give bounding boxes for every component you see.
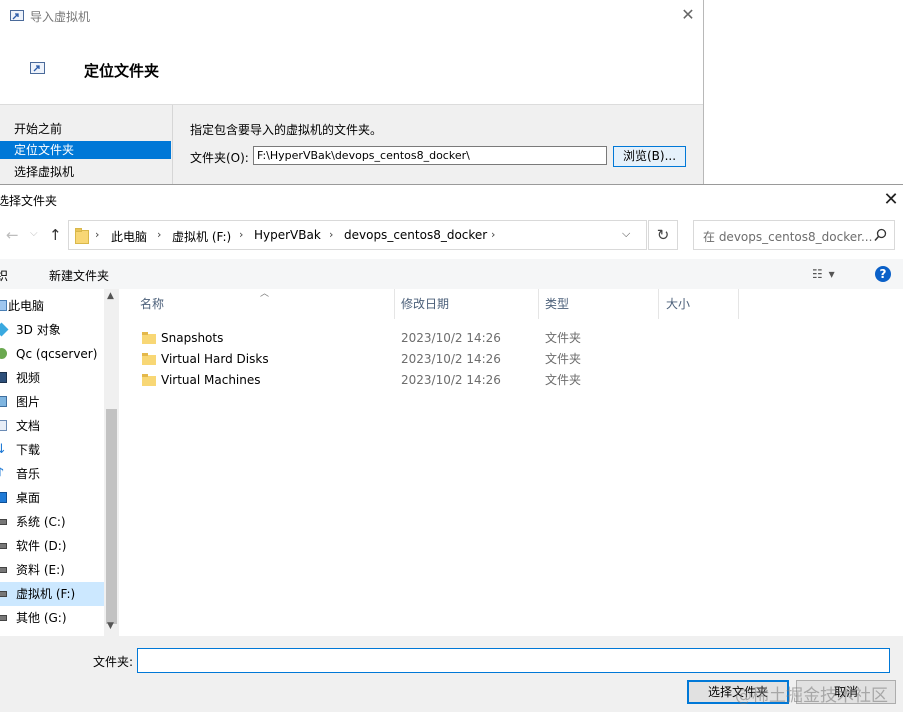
nav-item-3d-objects[interactable]: 3D 对象 [0,318,104,342]
wizard-titlebar: 导入虚拟机 ✕ [0,0,703,32]
nav-item-drive-e[interactable]: 资料 (E:) [0,558,104,582]
wizard-step-select-vm[interactable]: 选择虚拟机 [0,163,171,181]
folder-icon [142,332,156,344]
import-wizard-window: 导入虚拟机 ✕ 定位文件夹 开始之前 定位文件夹 选择虚拟机 指定包含要导入的虚… [0,0,704,184]
search-icon [874,228,887,241]
drive-icon [0,519,7,525]
drive-icon [0,591,7,597]
folder-label: 文件夹: [93,655,134,669]
breadcrumb-item[interactable]: HyperVBak [254,228,321,242]
table-row[interactable]: Virtual Machines 2023/10/2 14:26 文件夹 [120,370,780,391]
table-row[interactable]: Virtual Hard Disks 2023/10/2 14:26 文件夹 [120,349,780,370]
nav-item-documents[interactable]: 文档 [0,414,104,438]
breadcrumb-item[interactable]: 此电脑 [111,228,147,245]
column-divider[interactable] [658,289,659,319]
breadcrumb-item[interactable]: 虚拟机 (F:) [172,228,231,245]
document-icon [0,420,7,431]
nav-item-drive-f[interactable]: 虚拟机 (F:) [0,582,104,606]
column-divider[interactable] [738,289,739,319]
browse-button[interactable]: 浏览(B)... [613,146,686,167]
column-divider[interactable] [394,289,395,319]
computer-icon [0,300,7,311]
column-divider[interactable] [538,289,539,319]
navigation-pane: 此电脑 3D 对象 Qc (qcserver) 视频 图片 文档 ↓ 下载 ♪ … [0,289,104,636]
import-vm-icon [30,62,45,74]
import-vm-icon [10,10,24,21]
nav-item-network-share[interactable]: Qc (qcserver) [0,342,104,366]
command-bar: 织 新建文件夹 ☷ ▾ ? [0,259,903,289]
view-options-icon[interactable]: ☷ ▾ [812,267,836,281]
scroll-up-icon[interactable]: ▲ [107,291,114,301]
column-header-size[interactable]: 大小 [666,289,690,319]
desktop-icon [0,492,7,503]
recent-dropdown-icon[interactable]: ⌵ [30,228,38,239]
cube-3d-icon [0,322,9,337]
picture-icon [0,396,7,407]
watermark: @稀土掘金技术社区 [735,686,888,706]
select-folder-dialog: 选择文件夹 ✕ ← ⌵ ↑ › 此电脑 › 虚拟机 (F:) › HyperVB… [0,184,903,712]
scrollbar-thumb[interactable] [106,409,117,624]
back-arrow-icon[interactable]: ← [6,226,19,244]
folder-label: 文件夹(O): [190,151,249,165]
video-icon [0,372,7,383]
wizard-title: 导入虚拟机 [30,10,91,24]
chevron-right-icon: › [329,228,334,241]
new-folder-button[interactable]: 新建文件夹 [49,267,109,284]
drive-icon [0,567,7,573]
wizard-content: 指定包含要导入的虚拟机的文件夹。 文件夹(O): F:\HyperVBak\de… [173,105,703,184]
table-row[interactable]: Snapshots 2023/10/2 14:26 文件夹 [120,328,780,349]
address-bar[interactable]: › 此电脑 › 虚拟机 (F:) › HyperVBak › devops_ce… [68,220,647,250]
navigation-scrollbar[interactable]: ▲ ▼ [104,289,119,636]
dialog-title: 选择文件夹 [0,194,58,208]
search-placeholder: 在 devops_centos8_docker... [703,230,873,244]
column-header-name[interactable]: 名称 [140,289,164,319]
nav-item-desktop[interactable]: 桌面 [0,486,104,510]
folder-name-input[interactable] [137,648,890,673]
drive-icon [0,615,7,621]
nav-item-downloads[interactable]: ↓ 下载 [0,438,104,462]
sort-ascending-icon: ︿ [260,289,270,299]
folder-icon [142,353,156,365]
column-header-date[interactable]: 修改日期 [401,289,449,319]
scroll-down-icon[interactable]: ▼ [107,621,114,631]
up-arrow-icon[interactable]: ↑ [49,226,62,244]
music-icon: ♪ [0,466,5,481]
folder-icon [142,374,156,386]
page-title: 定位文件夹 [84,62,160,80]
chevron-right-icon: › [95,228,100,241]
folder-path-input[interactable]: F:\HyperVBak\devops_centos8_docker\ [253,146,607,165]
help-icon[interactable]: ? [875,266,891,282]
file-list: ︿ 名称 修改日期 类型 大小 Snapshots 2023/10/2 14:2… [120,289,903,636]
search-input[interactable]: 在 devops_centos8_docker... [693,220,895,250]
close-icon[interactable]: ✕ [880,188,902,212]
wizard-step-before-you-begin[interactable]: 开始之前 [0,120,171,138]
wizard-step-list: 开始之前 定位文件夹 选择虚拟机 [0,105,173,184]
column-header-type[interactable]: 类型 [545,289,569,319]
folder-icon [75,228,89,244]
close-icon[interactable]: ✕ [678,4,698,26]
chevron-right-icon: › [157,228,162,241]
nav-item-pictures[interactable]: 图片 [0,390,104,414]
breadcrumb-item[interactable]: devops_centos8_docker [344,228,487,242]
download-icon: ↓ [0,442,7,457]
refresh-button[interactable]: ↻ [648,220,678,250]
nav-item-drive-d[interactable]: 软件 (D:) [0,534,104,558]
chevron-right-icon: › [491,228,496,241]
network-user-icon [0,348,7,359]
drive-icon [0,543,7,549]
wizard-description: 指定包含要导入的虚拟机的文件夹。 [190,123,383,137]
nav-item-videos[interactable]: 视频 [0,366,104,390]
nav-item-this-pc[interactable]: 此电脑 [0,294,104,318]
nav-item-drive-c[interactable]: 系统 (C:) [0,510,104,534]
organize-button[interactable]: 织 [0,267,8,284]
chevron-down-icon[interactable]: ⌵ [622,227,630,241]
nav-item-drive-g[interactable]: 其他 (G:) [0,606,104,630]
chevron-right-icon: › [239,228,244,241]
wizard-step-locate-folder[interactable]: 定位文件夹 [0,141,171,159]
nav-item-music[interactable]: ♪ 音乐 [0,462,104,486]
